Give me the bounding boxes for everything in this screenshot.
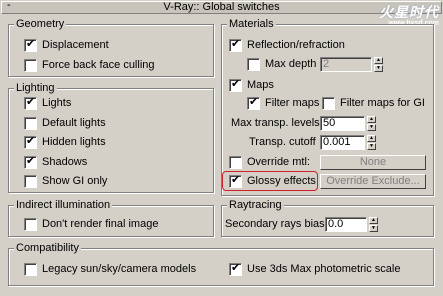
max-transp-levels-spinner[interactable]: 50 ▲ ▼ xyxy=(320,116,376,131)
override-mtl-check[interactable] xyxy=(229,156,242,169)
max-depth-field[interactable]: 2 xyxy=(320,57,372,72)
default-lights-label: Default lights xyxy=(42,117,106,129)
lights-check[interactable] xyxy=(24,95,37,110)
override-exclude-button[interactable]: Override Exclude... xyxy=(320,174,426,189)
force-back-face-culling-check[interactable] xyxy=(24,59,37,72)
hidden-lights-label: Hidden lights xyxy=(42,136,106,148)
transp-cutoff-arrows[interactable]: ▲ ▼ xyxy=(367,135,376,150)
max-depth-spinner[interactable]: 2 ▲ ▼ xyxy=(320,57,383,72)
maps-label: Maps xyxy=(247,79,274,91)
use-3ds-max-photometric-scale-check[interactable] xyxy=(229,261,242,276)
override-mtl-checkbox[interactable]: Override mtl: xyxy=(229,156,310,169)
filter-maps-for-gi-label: Filter maps for GI xyxy=(340,97,425,109)
max-depth-arrows[interactable]: ▲ ▼ xyxy=(374,57,383,72)
max-depth-label: Max depth xyxy=(265,58,317,70)
show-gi-only-label: Show GI only xyxy=(42,175,108,187)
spin-up-icon[interactable]: ▲ xyxy=(369,217,378,224)
shadows-check[interactable] xyxy=(24,154,37,169)
indirect-illumination-legend: Indirect illumination xyxy=(14,198,113,212)
filter-maps-check[interactable] xyxy=(247,95,260,110)
use-3ds-max-photometric-scale-label: Use 3ds Max photometric scale xyxy=(247,263,401,275)
compatibility-legend: Compatibility xyxy=(14,241,81,255)
max-transp-levels-label: Max transp. levels xyxy=(231,117,320,129)
spin-down-icon[interactable]: ▼ xyxy=(367,143,376,150)
show-gi-only-check[interactable] xyxy=(24,175,37,188)
override-mtl-label: Override mtl: xyxy=(247,156,310,168)
watermark-main: 火星时代 xyxy=(379,4,439,20)
shadows-checkbox[interactable]: Shadows xyxy=(24,154,88,169)
legacy-sun-sky-camera-check[interactable] xyxy=(24,263,37,276)
override-mtl-button[interactable]: None xyxy=(320,155,426,170)
spin-up-icon[interactable]: ▲ xyxy=(367,116,376,123)
geometry-legend: Geometry xyxy=(14,17,67,31)
spin-down-icon[interactable]: ▼ xyxy=(367,124,376,131)
default-lights-checkbox[interactable]: Default lights xyxy=(24,117,106,130)
reflection-refraction-checkbox[interactable]: Reflection/refraction xyxy=(229,37,345,52)
displacement-checkbox[interactable]: Displacement xyxy=(24,37,109,52)
legacy-sun-sky-camera-label: Legacy sun/sky/camera models xyxy=(42,263,197,275)
lighting-legend: Lighting xyxy=(14,81,57,95)
materials-legend: Materials xyxy=(227,17,276,31)
max-depth-checkbox[interactable]: Max depth xyxy=(247,58,316,71)
max-transp-levels-arrows[interactable]: ▲ ▼ xyxy=(367,116,376,131)
legacy-sun-sky-camera-checkbox[interactable]: Legacy sun/sky/camera models xyxy=(24,263,196,276)
dont-render-final-image-label: Don't render final image xyxy=(42,218,159,230)
filter-maps-for-gi-checkbox[interactable]: Filter maps for GI xyxy=(322,97,425,110)
glossy-effects-label: Glossy effects xyxy=(247,175,316,187)
transp-cutoff-spinner[interactable]: 0.001 ▲ ▼ xyxy=(320,135,376,150)
rollout-title-bar[interactable]: - V-Ray:: Global switches xyxy=(1,0,442,14)
hidden-lights-check[interactable] xyxy=(24,134,37,149)
force-back-face-culling-label: Force back face culling xyxy=(42,59,155,71)
rollout-title: V-Ray:: Global switches xyxy=(163,1,280,13)
spin-up-icon[interactable]: ▲ xyxy=(374,57,383,64)
spin-up-icon[interactable]: ▲ xyxy=(367,135,376,142)
transp-cutoff-label: Transp. cutoff xyxy=(249,136,316,148)
show-gi-only-checkbox[interactable]: Show GI only xyxy=(24,175,107,188)
use-3ds-max-photometric-scale-checkbox[interactable]: Use 3ds Max photometric scale xyxy=(229,261,401,276)
transp-cutoff-field[interactable]: 0.001 xyxy=(320,135,365,150)
max-depth-check[interactable] xyxy=(247,58,260,71)
max-transp-levels-field[interactable]: 50 xyxy=(320,116,365,131)
hidden-lights-checkbox[interactable]: Hidden lights xyxy=(24,134,106,149)
glossy-effects-checkbox[interactable]: Glossy effects xyxy=(229,173,316,188)
reflection-refraction-check[interactable] xyxy=(229,37,242,52)
filter-maps-for-gi-check[interactable] xyxy=(322,97,335,110)
glossy-effects-check[interactable] xyxy=(229,173,242,188)
secondary-rays-bias-field[interactable]: 0.0 xyxy=(325,217,367,232)
displacement-check[interactable] xyxy=(24,37,37,52)
force-back-face-culling-checkbox[interactable]: Force back face culling xyxy=(24,59,155,72)
spin-down-icon[interactable]: ▼ xyxy=(369,225,378,232)
lights-checkbox[interactable]: Lights xyxy=(24,95,72,110)
maps-checkbox[interactable]: Maps xyxy=(229,77,274,92)
reflection-refraction-label: Reflection/refraction xyxy=(247,39,345,51)
secondary-rays-bias-spinner[interactable]: 0.0 ▲ ▼ xyxy=(325,217,378,232)
filter-maps-label: Filter maps xyxy=(265,97,320,109)
lights-label: Lights xyxy=(42,97,72,109)
displacement-label: Displacement xyxy=(42,39,109,51)
default-lights-check[interactable] xyxy=(24,117,37,130)
dont-render-final-image-checkbox[interactable]: Don't render final image xyxy=(24,218,158,231)
filter-maps-checkbox[interactable]: Filter maps xyxy=(247,95,320,110)
raytracing-legend: Raytracing xyxy=(227,198,284,212)
dont-render-final-image-check[interactable] xyxy=(24,218,37,231)
spin-down-icon[interactable]: ▼ xyxy=(374,65,383,72)
secondary-rays-bias-arrows[interactable]: ▲ ▼ xyxy=(369,217,378,232)
shadows-label: Shadows xyxy=(42,156,88,168)
maps-check[interactable] xyxy=(229,77,242,92)
secondary-rays-bias-label: Secondary rays bias xyxy=(225,218,325,230)
